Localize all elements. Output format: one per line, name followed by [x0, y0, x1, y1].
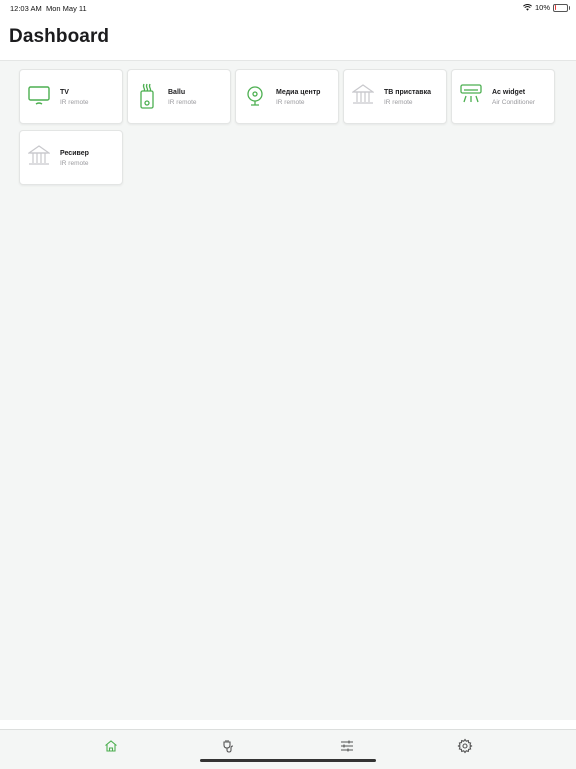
- tv-icon: [28, 83, 50, 109]
- device-type: IR remote: [168, 99, 197, 106]
- tab-home[interactable]: [103, 738, 119, 754]
- device-type: IR remote: [384, 99, 413, 106]
- building-icon: [352, 83, 374, 109]
- plug-icon: [223, 740, 234, 753]
- device-name: Ballu: [168, 89, 186, 96]
- content-footer: [0, 720, 576, 729]
- battery-icon: [553, 3, 570, 12]
- tab-controls[interactable]: [339, 738, 355, 754]
- battery-percent: 10%: [534, 3, 550, 12]
- device-name: Ac widget: [492, 89, 526, 96]
- device-name: ТВ приставка: [384, 89, 431, 96]
- device-card-tv-box[interactable]: ТВ приставка IR remote: [343, 69, 447, 124]
- device-card-ballu[interactable]: Ballu IR remote: [127, 69, 231, 124]
- device-type: IR remote: [60, 99, 89, 106]
- tab-settings[interactable]: [457, 738, 473, 754]
- status-bar: 12:03 AM Mon May 11 10%: [0, 0, 576, 16]
- device-type: Air Conditioner: [492, 99, 535, 106]
- device-type: IR remote: [276, 99, 305, 106]
- device-card-media-center[interactable]: Медиа центр IR remote: [235, 69, 339, 124]
- battery-level: [554, 5, 556, 10]
- tab-devices[interactable]: [221, 738, 237, 754]
- tab-bar: [0, 729, 576, 769]
- wifi-icon: [523, 4, 532, 11]
- media-center-icon: [244, 83, 266, 109]
- device-name: Медиа центр: [276, 89, 321, 96]
- heater-icon: [136, 83, 158, 109]
- device-card-tv[interactable]: TV IR remote: [19, 69, 123, 124]
- gear-icon: [457, 738, 473, 754]
- home-indicator: [200, 759, 376, 762]
- device-type: IR remote: [60, 160, 89, 167]
- sliders-icon: [341, 740, 353, 752]
- home-icon: [105, 740, 117, 752]
- device-name: Ресивер: [60, 150, 89, 157]
- building-icon: [28, 144, 50, 170]
- header: Dashboard: [0, 16, 576, 61]
- device-card-ac-widget[interactable]: Ac widget Air Conditioner: [451, 69, 555, 124]
- page-title: Dashboard: [9, 26, 110, 47]
- status-indicators: 10%: [523, 3, 570, 12]
- device-card-receiver[interactable]: Ресивер IR remote: [19, 130, 123, 185]
- device-name: TV: [60, 89, 69, 96]
- air-conditioner-icon: [460, 83, 482, 109]
- status-date: Mon May 11: [46, 4, 87, 13]
- status-time: 12:03 AM: [10, 4, 42, 13]
